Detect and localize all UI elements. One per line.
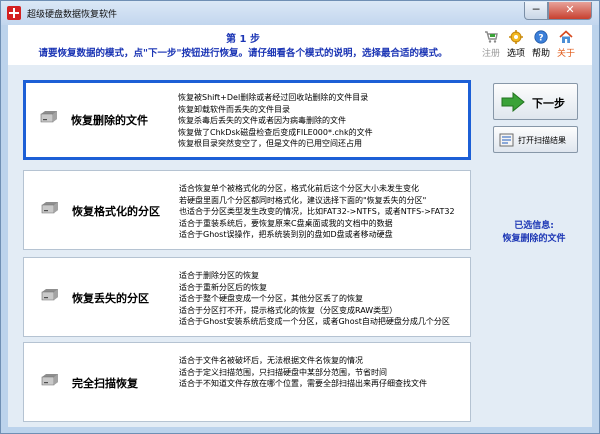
hard-disk-icon [41, 289, 58, 301]
header: 第 1 步 请要恢复数据的模式，点"下一步"按钮进行恢复。请仔细看各个模式的说明… [8, 25, 592, 65]
instruction-text: 请要恢复数据的模式，点"下一步"按钮进行恢复。请仔细看各个模式的说明，选择最合适… [38, 48, 448, 59]
title-bar[interactable]: 超级硬盘数据恢复软件 ─ ✕ [1, 1, 599, 25]
option-title: 恢复删除的文件 [71, 114, 148, 127]
cart-icon [485, 31, 498, 43]
help-button[interactable]: ? 帮助 [529, 30, 553, 59]
option-description: 适合于文件名被破坏后，无法根据文件名恢复的情况 适合于定义扫描范围，只扫描硬盘中… [179, 356, 427, 389]
option-description: 恢复被Shift+Del删除或者经过回收站删除的文件目录 恢复卸载软件而丢失的文… [178, 93, 373, 149]
window-title: 超级硬盘数据恢复软件 [27, 10, 118, 20]
option-description: 适合于删除分区的恢复 适合于重新分区后的恢复 适合于整个硬盘变成一个分区，其他分… [179, 271, 450, 327]
selection-caption: 已选信息: [514, 221, 554, 231]
app-window: 超级硬盘数据恢复软件 ─ ✕ 第 1 步 请要恢复数据的模式，点"下一步"按钮进… [0, 0, 600, 434]
options-button[interactable]: 选项 [504, 30, 528, 59]
hard-disk-icon [41, 374, 58, 386]
about-label: 关于 [556, 49, 575, 59]
option-full-scan[interactable]: 完全扫描恢复 适合于文件名被破坏后，无法根据文件名恢复的情况 适合于定义扫描范围… [23, 342, 471, 422]
help-icon: ? [534, 30, 548, 44]
option-title: 恢复丢失的分区 [72, 292, 149, 305]
hard-disk-icon [41, 202, 58, 214]
close-button[interactable]: ✕ [548, 2, 592, 20]
open-results-icon [499, 133, 514, 147]
app-icon [7, 6, 21, 20]
minimize-button[interactable]: ─ [524, 2, 548, 20]
house-icon [559, 30, 573, 43]
next-step-button[interactable]: 下一步 [493, 83, 578, 120]
option-recover-deleted[interactable]: 恢复删除的文件 恢复被Shift+Del删除或者经过回收站删除的文件目录 恢复卸… [23, 80, 471, 160]
selection-value: 恢复删除的文件 [502, 234, 566, 244]
option-recover-lost-partition[interactable]: 恢复丢失的分区 适合于删除分区的恢复 适合于重新分区后的恢复 适合于整个硬盘变成… [23, 257, 471, 337]
register-label: 注册 [481, 49, 500, 59]
svg-text:?: ? [538, 34, 543, 44]
option-title: 完全扫描恢复 [72, 377, 138, 390]
mode-panel: 恢复删除的文件 恢复被Shift+Del删除或者经过回收站删除的文件目录 恢复卸… [8, 65, 592, 427]
option-recover-formatted[interactable]: 恢复格式化的分区 适合恢复单个被格式化的分区，格式化前后这个分区大小未发生变化 … [23, 170, 471, 250]
open-scan-results-label: 打开扫描结果 [518, 136, 566, 145]
gear-icon [509, 30, 523, 44]
about-button[interactable]: 关于 [554, 30, 578, 59]
option-description: 适合恢复单个被格式化的分区，格式化前后这个分区大小未发生变化 若硬盘里面几个分区… [179, 184, 455, 240]
option-title: 恢复格式化的分区 [72, 205, 160, 218]
open-scan-results-button[interactable]: 打开扫描结果 [493, 126, 578, 153]
arrow-right-icon [501, 92, 525, 112]
options-label: 选项 [506, 49, 525, 59]
client-area: 第 1 步 请要恢复数据的模式，点"下一步"按钮进行恢复。请仔细看各个模式的说明… [8, 25, 592, 427]
next-step-label: 下一步 [532, 97, 565, 110]
help-label: 帮助 [531, 49, 550, 59]
register-button[interactable]: 注册 [479, 30, 503, 59]
step-label: 第 1 步 [226, 34, 260, 45]
hard-disk-icon [40, 111, 57, 123]
